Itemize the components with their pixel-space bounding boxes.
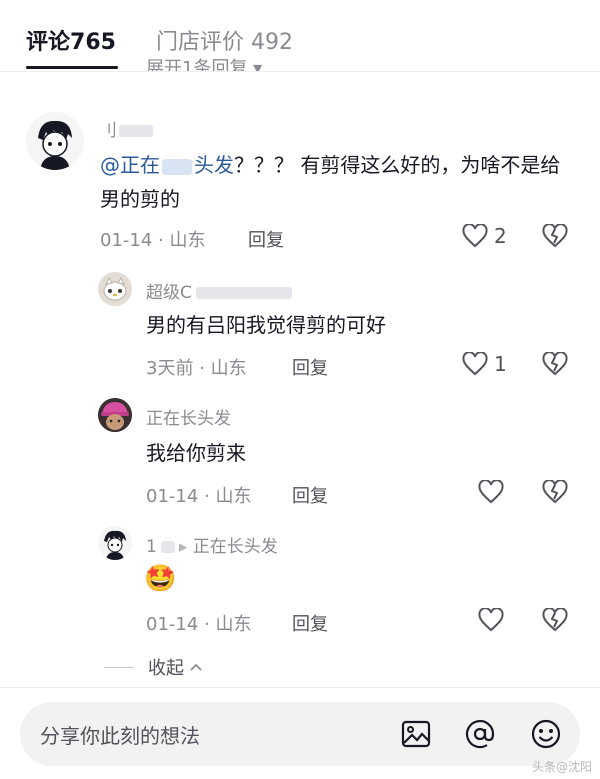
avatar[interactable]: [98, 526, 132, 560]
username[interactable]: 超级C: [146, 278, 292, 303]
username[interactable]: 1 ▸ 正在长头发: [146, 532, 278, 557]
avatar[interactable]: [98, 398, 132, 432]
username[interactable]: 正在长头发: [146, 404, 231, 429]
reply-item: 正在长头发 我给你剪来 01-14 · 山东 回复: [0, 398, 600, 518]
tab-store-reviews[interactable]: 门店评价 492: [156, 24, 293, 56]
username[interactable]: 刂: [100, 116, 153, 141]
mention-link[interactable]: @正在 头发: [100, 153, 234, 177]
comment-text: @正在 头发？？？ 有剪得这么好的，为啥不是给男的剪的: [100, 153, 561, 211]
redacted-blur: [119, 125, 153, 137]
comment-location: 山东: [210, 358, 247, 379]
avatar-illustration: [26, 112, 84, 170]
reply-item: 1 ▸ 正在长头发 🤩 01-14 · 山东 回复: [0, 526, 600, 646]
tab-comments-label: 评论: [26, 30, 71, 55]
dislike-button[interactable]: [542, 479, 568, 508]
redacted-blur: [195, 287, 292, 299]
reply-item: 超级C 男的有吕阳我觉得剪的可好 3天前 · 山东 回复 1: [0, 270, 600, 390]
comment-input-placeholder[interactable]: 分享你此刻的想法: [40, 720, 200, 749]
tab-store-reviews-label: 门店评价: [156, 30, 245, 55]
dislike-button[interactable]: [542, 223, 568, 252]
dislike-button[interactable]: [542, 351, 568, 380]
tab-store-reviews-count: 492: [251, 30, 294, 55]
like-button[interactable]: 2: [462, 224, 507, 248]
comment-text: 男的有吕阳我觉得剪的可好: [146, 313, 386, 337]
comment-date: 01-14: [146, 614, 199, 635]
active-tab-indicator: [26, 66, 118, 69]
comment-meta: 3天前 · 山东: [146, 358, 247, 379]
dislike-button[interactable]: [542, 607, 568, 636]
heart-icon: [462, 224, 488, 248]
reply-button[interactable]: 回复: [292, 610, 328, 636]
at-icon: [465, 719, 495, 749]
comment-meta: 01-14 · 山东: [146, 614, 252, 635]
emoji-button[interactable]: [528, 716, 564, 752]
comment-location: 山东: [169, 230, 206, 251]
avatar-illustration: [98, 272, 132, 306]
comment-date: 01-14: [100, 230, 153, 251]
broken-heart-icon: [542, 479, 568, 504]
redacted-blur: [162, 158, 192, 175]
comment-location: 山东: [215, 486, 252, 507]
emoji-icon: [531, 719, 561, 749]
redacted-blur: [160, 541, 175, 553]
image-icon: [401, 720, 431, 748]
like-button[interactable]: [478, 608, 510, 632]
comment-meta: 01-14 · 山东: [146, 486, 252, 507]
like-button[interactable]: [478, 480, 510, 504]
heart-icon: [478, 480, 504, 504]
comment-date: 3天前: [146, 358, 194, 379]
like-count: 2: [494, 224, 507, 248]
heart-icon: [478, 608, 504, 632]
comment-meta: 01-14 · 山东: [100, 230, 206, 251]
collapse-label: 收起: [148, 658, 184, 679]
heart-icon: [462, 352, 488, 376]
image-button[interactable]: [398, 716, 434, 752]
comment-input-bar[interactable]: 分享你此刻的想法: [20, 702, 580, 766]
avatar-illustration: [98, 526, 132, 560]
broken-heart-icon: [542, 223, 568, 248]
like-button[interactable]: 1: [462, 352, 507, 376]
avatar[interactable]: [26, 112, 84, 170]
mention-button[interactable]: [462, 716, 498, 752]
comment-emoji: 🤩: [144, 564, 177, 594]
divider: [0, 71, 600, 72]
like-count: 1: [494, 352, 507, 376]
collapse-replies-button[interactable]: 收起: [104, 654, 204, 680]
broken-heart-icon: [542, 607, 568, 632]
chevron-up-icon: [190, 663, 202, 671]
comment-date: 01-14: [146, 486, 199, 507]
comment-text: 我给你剪来: [146, 441, 246, 465]
watermark: 头条@沈阳: [531, 760, 592, 774]
reply-button[interactable]: 回复: [292, 354, 328, 380]
avatar-illustration: [98, 398, 132, 432]
divider: [0, 687, 600, 688]
tab-comments-count: 765: [70, 30, 116, 55]
tab-comments[interactable]: 评论765: [26, 24, 116, 56]
comment-item: 刂 @正在 头发？？？ 有剪得这么好的，为啥不是给男的剪的 01-14 · 山东 …: [0, 110, 600, 260]
reply-button[interactable]: 回复: [292, 482, 328, 508]
avatar[interactable]: [98, 272, 132, 306]
comment-location: 山东: [215, 614, 252, 635]
broken-heart-icon: [542, 351, 568, 376]
tabs-header: 评论765 门店评价 492 展开1条回复 ▾: [0, 0, 600, 72]
expand-replies-link[interactable]: 展开1条回复 ▾: [146, 56, 262, 72]
divider: [104, 666, 134, 668]
reply-button[interactable]: 回复: [248, 226, 284, 252]
